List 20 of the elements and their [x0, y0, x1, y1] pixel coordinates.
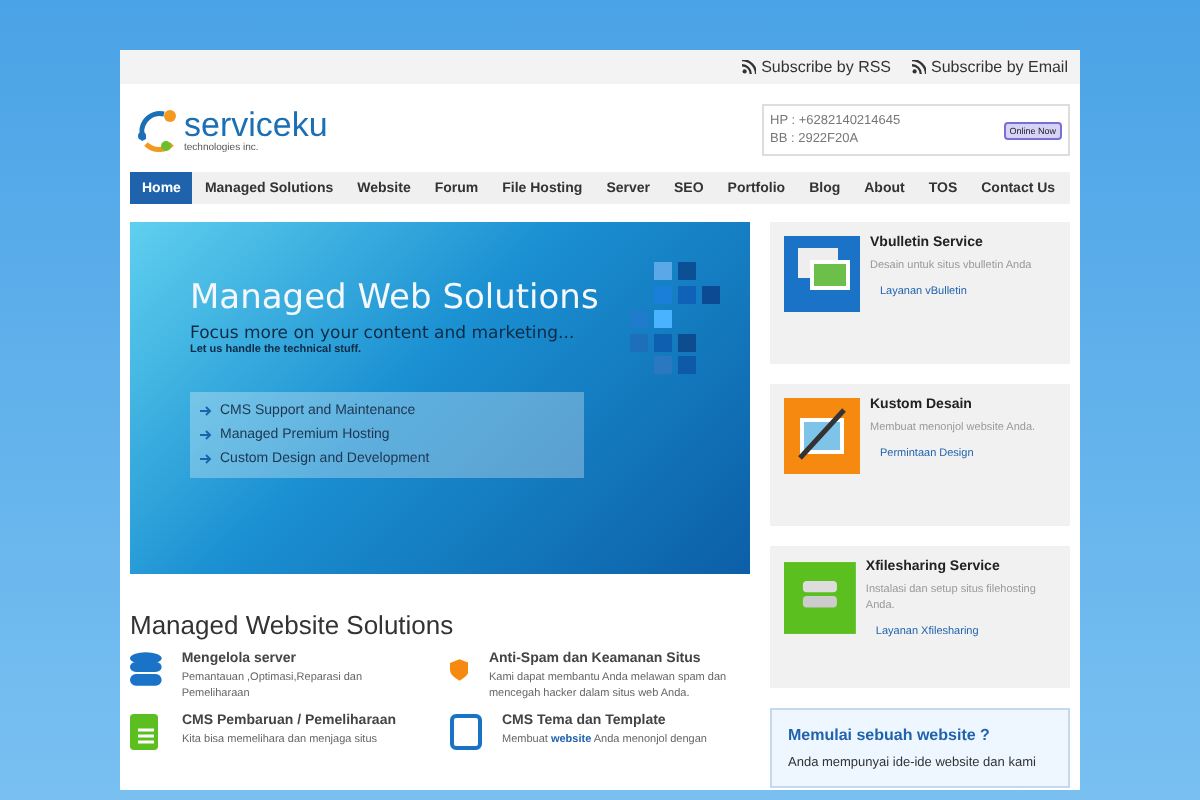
subscribe-link[interactable]: Subscribe by Email — [911, 58, 1068, 76]
rss-icon — [741, 60, 756, 74]
subscribe-link[interactable]: Subscribe by RSS — [741, 58, 892, 76]
database-icon — [130, 652, 162, 688]
promo-title: Memulai sebuah website ? — [788, 726, 992, 744]
banner-title: Managed Web Solutions — [190, 278, 601, 318]
banner-subtitle: Focus more on your content and marketing... — [190, 324, 577, 344]
section-title: Managed Website Solutions — [130, 610, 456, 640]
arrow-icon — [200, 406, 212, 416]
server-icon — [784, 560, 856, 636]
document-icon — [130, 714, 162, 750]
rss-icon — [911, 60, 926, 74]
logo-icon — [136, 108, 180, 152]
paintbrush-icon — [784, 398, 860, 474]
images-icon — [784, 236, 860, 312]
arrow-icon — [200, 430, 212, 440]
logo-name: serviceku — [184, 107, 328, 141]
squares-drawing — [630, 262, 722, 374]
arrow-icon — [200, 454, 212, 464]
window-icon — [450, 714, 482, 750]
